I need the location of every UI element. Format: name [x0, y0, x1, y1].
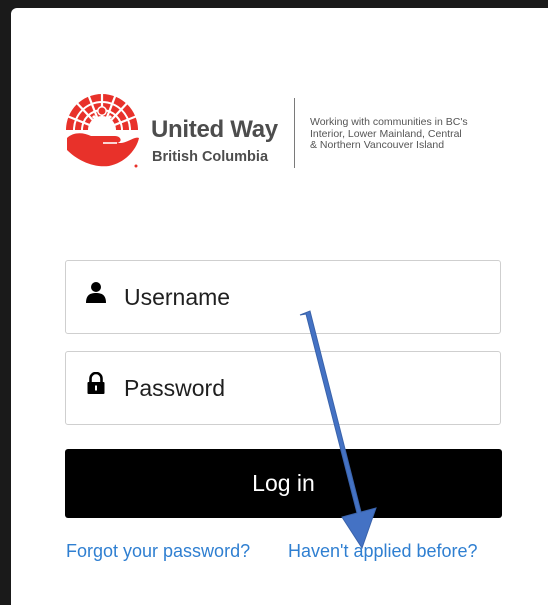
brand-tagline: Working with communities in BC's Interio… — [310, 116, 520, 152]
password-input[interactable] — [124, 370, 484, 406]
password-field[interactable] — [65, 351, 501, 425]
username-field[interactable] — [65, 260, 501, 334]
brand-subtitle: British Columbia — [152, 149, 269, 165]
tagline-line: Working with communities in BC's — [310, 116, 468, 128]
login-button[interactable]: Log in — [65, 449, 502, 518]
username-input[interactable] — [124, 279, 484, 315]
forgot-password-link[interactable]: Forgot your password? — [66, 541, 250, 562]
login-card: United Way British Columbia Working with… — [11, 8, 548, 605]
united-way-logo: United Way British Columbia Working with… — [63, 86, 513, 178]
united-way-hand-rainbow-icon — [66, 90, 139, 168]
user-icon — [86, 282, 106, 303]
tagline-line: & Northern Vancouver Island — [310, 139, 445, 151]
brand-name: United Way — [151, 116, 278, 143]
not-applied-link[interactable]: Haven't applied before? — [288, 541, 478, 562]
lock-icon — [87, 372, 105, 394]
logo-divider — [294, 98, 295, 168]
